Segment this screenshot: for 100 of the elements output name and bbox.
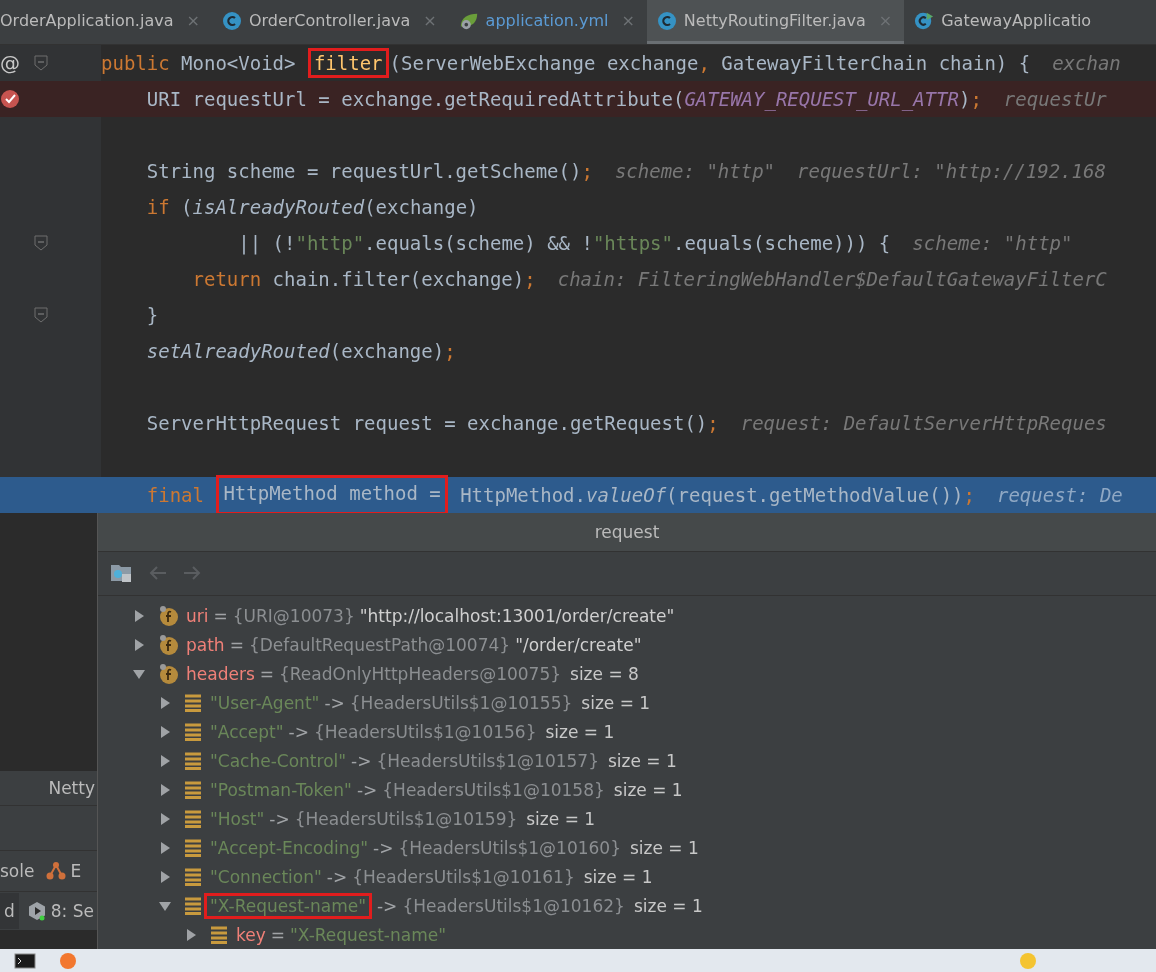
size-value: size = 1: [526, 808, 596, 829]
object-reference: {HeadersUtils$1@10162}: [402, 895, 625, 916]
separator: ->: [324, 692, 345, 713]
expand-arrow-icon[interactable]: [158, 869, 172, 884]
editor-tab[interactable]: application.yml ×: [448, 0, 647, 44]
object-reference: {HeadersUtils$1@10158}: [382, 779, 605, 800]
expand-arrow-icon[interactable]: [132, 637, 146, 652]
code-text: (ServerWebExchange exchange, GatewayFilterChain chain) {: [389, 52, 1031, 74]
object-reference: {ReadOnlyHttpHeaders@10075}: [279, 663, 562, 684]
highlighted-key: "X-Request-name": [204, 892, 372, 919]
editor-tab[interactable]: NettyRoutingFilter.java ×: [646, 0, 905, 44]
inline-value-hint: request: DefaultServerHttpReques: [740, 412, 1107, 434]
code-text: String scheme = requestUrl.getScheme();: [145, 160, 593, 182]
object-reference: {HeadersUtils$1@10155}: [349, 692, 573, 713]
run-service-icon: [26, 901, 47, 921]
editor-tab[interactable]: OrderController.java ×: [211, 0, 449, 44]
list-entry-icon: [184, 867, 202, 886]
variable-name: "Accept": [210, 721, 284, 742]
inline-value-hint: requestUrl: "http://192.168: [797, 160, 1106, 182]
variable-name: "Host": [210, 808, 265, 829]
tab-label: OrderApplication.java: [0, 11, 174, 30]
separator: ->: [326, 866, 348, 887]
variable-name: key: [236, 924, 266, 945]
variable-name: headers: [186, 663, 255, 684]
terminal-icon[interactable]: [14, 952, 36, 969]
list-entry-icon: [184, 780, 202, 799]
inline-value-hint: exchan: [1052, 52, 1121, 74]
separator: ->: [373, 837, 394, 858]
variable-name: "Accept-Encoding": [210, 837, 369, 858]
code-text: final: [145, 484, 205, 506]
editor-tab[interactable]: GatewayApplicatio: [904, 0, 1104, 44]
object-reference: {URI@10073}: [232, 605, 355, 626]
expand-arrow-icon[interactable]: [158, 753, 172, 768]
tool-window-tab[interactable]: d: [0, 893, 19, 929]
size-value: size = 1: [633, 895, 703, 916]
expand-arrow-icon[interactable]: [158, 724, 172, 739]
breakpoint-icon[interactable]: [0, 89, 20, 109]
field-icon: [158, 633, 180, 656]
variable-value: "X-Request-name": [290, 924, 446, 945]
inline-value-hint: request: De: [996, 484, 1123, 506]
variable-name: "Postman-Token": [210, 779, 352, 800]
list-entry-icon: [184, 722, 202, 741]
app-circle-icon[interactable]: [60, 952, 76, 969]
list-entry-icon: [184, 809, 202, 828]
variable-value: "/order/create": [515, 634, 642, 655]
variable-value: "http://localhost:13001/order/create": [359, 605, 675, 626]
code-text: return chain.filter(exchange);: [191, 268, 536, 290]
size-value: size = 1: [613, 779, 683, 800]
override-marker[interactable]: @: [0, 51, 24, 75]
tool-tab[interactable]: Netty: [48, 778, 97, 798]
separator: =: [259, 663, 274, 684]
object-reference: {HeadersUtils$1@10156}: [313, 721, 537, 742]
expand-arrow-icon[interactable]: [184, 927, 198, 942]
class-file-icon: [221, 10, 242, 31]
field-icon: [158, 662, 180, 685]
size-value: size = 1: [545, 721, 615, 742]
variable-name: path: [186, 634, 225, 655]
variable-name: "Cache-Control": [210, 750, 347, 771]
code-text: URI requestUrl = exchange.getRequiredAttribute(GATEWAY_REQUEST_URL_ATTR);: [145, 88, 982, 110]
separator: =: [229, 634, 244, 655]
expand-arrow-icon[interactable]: [132, 608, 146, 623]
highlighted-code: filter: [307, 48, 389, 78]
separator: ->: [269, 808, 290, 829]
size-value: size = 1: [581, 692, 651, 713]
tool-window-tab[interactable]: 8: Se: [26, 895, 94, 927]
variable-name: "Connection": [210, 866, 322, 887]
object-reference: {HeadersUtils$1@10157}: [376, 750, 599, 771]
tool-window-tab[interactable]: E: [46, 855, 82, 887]
separator: =: [213, 605, 228, 626]
list-entry-icon: [184, 838, 202, 857]
size-value: size = 8: [570, 663, 639, 684]
class-file-icon: [656, 10, 677, 31]
separator: ->: [377, 895, 398, 916]
tool-window-tab[interactable]: sole: [0, 855, 35, 887]
separator: ->: [356, 779, 378, 800]
code-text: || (!"http".equals(scheme) && !"https".equals(scheme))) {: [237, 232, 891, 254]
list-entry-icon: [184, 896, 202, 915]
variable-name: uri: [186, 605, 209, 626]
separator: ->: [288, 721, 309, 742]
size-value: size = 1: [608, 750, 677, 771]
size-value: size = 1: [629, 837, 699, 858]
editor-tab[interactable]: OrderApplication.java ×: [0, 0, 212, 44]
separator: =: [270, 924, 285, 945]
popup-title: request: [594, 521, 660, 542]
expand-arrow-icon[interactable]: [158, 782, 172, 797]
code-text: }: [145, 304, 159, 326]
code-text: public Mono<Void>: [101, 52, 297, 74]
size-value: size = 1: [583, 866, 653, 887]
separator: ->: [351, 750, 372, 771]
variable-name: "User-Agent": [210, 692, 320, 713]
inline-value-hint: chain: FilteringWebHandler$DefaultGatewayFilterC: [557, 268, 1107, 290]
code-text: setAlreadyRouted(exchange);: [145, 340, 456, 362]
field-icon: [158, 604, 180, 627]
expand-arrow-icon[interactable]: [158, 840, 172, 855]
folder-icon[interactable]: [110, 562, 134, 585]
list-entry-icon: [184, 693, 202, 712]
expand-arrow-icon[interactable]: [158, 811, 172, 826]
inline-value-hint: scheme: "http": [614, 160, 776, 182]
code-text: HttpMethod.valueOf(request.getMethodValue());: [459, 484, 975, 506]
expand-arrow-icon[interactable]: [158, 695, 172, 710]
